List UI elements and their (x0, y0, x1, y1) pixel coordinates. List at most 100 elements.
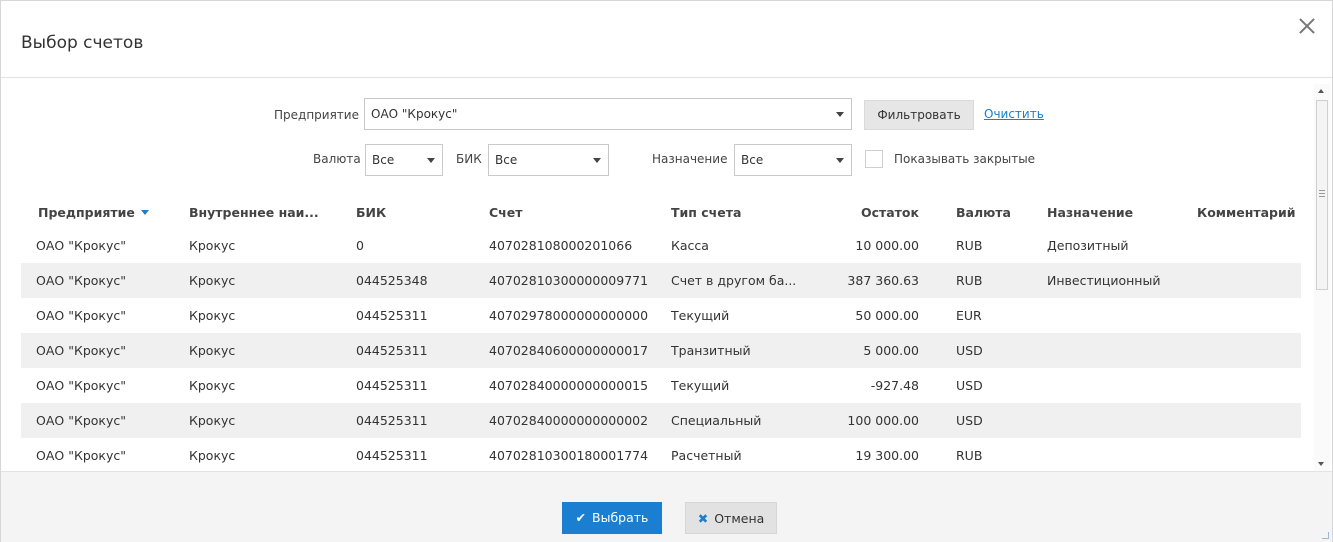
cell-balance: 100 000.00 (847, 413, 919, 428)
chevron-down-icon (427, 158, 435, 163)
purpose-select-value: Все (741, 153, 764, 167)
cell-purpose: Депозитный (1047, 238, 1129, 253)
cell-currency: RUB (956, 448, 983, 463)
bik-select[interactable]: Все (488, 144, 609, 176)
cell-internal-name: Крокус (189, 238, 236, 253)
cell-internal-name: Крокус (189, 413, 236, 428)
chevron-down-icon (836, 158, 844, 163)
grip-icon (1319, 190, 1325, 191)
cell-currency: USD (956, 378, 983, 393)
column-header-bik[interactable]: БИК (356, 205, 386, 220)
cell-currency: USD (956, 343, 983, 358)
cell-bik: 0 (356, 238, 364, 253)
account-selection-dialog: Выбор счетов Предприятие ОАО "Крокус" Фи… (0, 0, 1333, 542)
cell-enterprise: ОАО "Крокус" (36, 448, 126, 463)
enterprise-select[interactable]: ОАО "Крокус" (364, 98, 852, 130)
purpose-label: Назначение (652, 152, 728, 166)
cell-enterprise: ОАО "Крокус" (36, 378, 126, 393)
cell-bik: 044525311 (356, 378, 428, 393)
currency-label: Валюта (313, 152, 361, 166)
close-icon[interactable] (1296, 15, 1318, 37)
cell-account: 40702810300000009771 (489, 273, 649, 288)
chevron-down-icon (836, 112, 844, 117)
chevron-down-icon (593, 158, 601, 163)
table-row[interactable]: ОАО "Крокус" Крокус 044525311 4070284060… (21, 333, 1301, 368)
cell-balance: 5 000.00 (863, 343, 919, 358)
scroll-up-icon[interactable] (1318, 89, 1324, 93)
table-row[interactable]: ОАО "Крокус" Крокус 044525311 4070281030… (21, 438, 1301, 473)
cell-account-type: Текущий (671, 308, 730, 323)
cell-account: 40702840000000000015 (489, 378, 649, 393)
resize-handle-icon[interactable] (1322, 532, 1329, 539)
cancel-x-icon: ✖ (697, 511, 709, 526)
cell-bik: 044525311 (356, 308, 428, 323)
show-closed-checkbox[interactable] (865, 150, 883, 168)
currency-select-value: Все (372, 153, 395, 167)
cell-account: 40702810300180001774 (489, 448, 649, 463)
cell-account: 407028108000201066 (489, 238, 633, 253)
purpose-select[interactable]: Все (734, 144, 852, 176)
table-row[interactable]: ОАО "Крокус" Крокус 044525311 4070284000… (21, 403, 1301, 438)
cell-account-type: Расчетный (671, 448, 742, 463)
cell-account-type: Касса (671, 238, 709, 253)
vertical-scrollbar[interactable] (1314, 84, 1330, 471)
cell-bik: 044525311 (356, 343, 428, 358)
currency-select[interactable]: Все (365, 144, 443, 176)
clear-link[interactable]: Очистить (984, 107, 1044, 121)
cell-account: 40702978000000000000 (489, 308, 649, 323)
cell-currency: EUR (956, 308, 982, 323)
cell-internal-name: Крокус (189, 378, 236, 393)
column-header-internal-name[interactable]: Внутреннее наи... (189, 205, 319, 220)
column-header-account-type[interactable]: Тип счета (671, 205, 741, 220)
cell-account: 40702840600000000017 (489, 343, 649, 358)
cell-balance: 19 300.00 (855, 448, 919, 463)
filter-button[interactable]: Фильтровать (864, 100, 974, 130)
cell-internal-name: Крокус (189, 273, 236, 288)
column-header-comment[interactable]: Комментарий (1197, 205, 1296, 220)
cell-enterprise: ОАО "Крокус" (36, 308, 126, 323)
cell-enterprise: ОАО "Крокус" (36, 343, 126, 358)
show-closed-label: Показывать закрытые (894, 152, 1036, 166)
cell-currency: USD (956, 413, 983, 428)
column-header-purpose[interactable]: Назначение (1047, 205, 1133, 220)
dialog-header: Выбор счетов (1, 1, 1332, 78)
enterprise-select-value: ОАО "Крокус" (371, 107, 458, 121)
cell-currency: RUB (956, 273, 983, 288)
cell-account-type: Счет в другом ба... (671, 273, 797, 288)
cancel-button-label: Отмена (714, 511, 765, 526)
cell-balance: 10 000.00 (855, 238, 919, 253)
table-row[interactable]: ОАО "Крокус" Крокус 044525311 4070284000… (21, 368, 1301, 403)
bik-select-value: Все (495, 153, 518, 167)
cell-internal-name: Крокус (189, 308, 236, 323)
cell-bik: 044525311 (356, 448, 428, 463)
cell-purpose: Инвестиционный (1047, 273, 1161, 288)
scroll-down-icon[interactable] (1318, 462, 1324, 466)
cell-currency: RUB (956, 238, 983, 253)
cell-account-type: Текущий (671, 378, 730, 393)
cell-enterprise: ОАО "Крокус" (36, 238, 126, 253)
cell-balance: 387 360.63 (847, 273, 919, 288)
table-row[interactable]: ОАО "Крокус" Крокус 0 407028108000201066… (21, 228, 1301, 263)
cell-bik: 044525348 (356, 273, 428, 288)
column-header-enterprise[interactable]: Предприятие (38, 205, 149, 220)
enterprise-label: Предприятие (274, 108, 359, 122)
cell-account-type: Транзитный (671, 343, 751, 358)
select-button[interactable]: ✔ Выбрать (562, 502, 662, 534)
column-header-account[interactable]: Счет (489, 205, 522, 220)
cell-enterprise: ОАО "Крокус" (36, 413, 126, 428)
column-header-balance[interactable]: Остаток (801, 205, 919, 220)
dialog-footer: ✔ Выбрать ✖ Отмена (1, 471, 1332, 542)
table-row[interactable]: ОАО "Крокус" Крокус 044525348 4070281030… (21, 263, 1301, 298)
cell-bik: 044525311 (356, 413, 428, 428)
cell-internal-name: Крокус (189, 343, 236, 358)
scrollbar-thumb[interactable] (1316, 100, 1328, 290)
cell-enterprise: ОАО "Крокус" (36, 273, 126, 288)
select-button-label: Выбрать (592, 510, 649, 525)
column-header-currency[interactable]: Валюта (956, 205, 1011, 220)
table-row[interactable]: ОАО "Крокус" Крокус 044525311 4070297800… (21, 298, 1301, 333)
checkmark-icon: ✔ (575, 510, 587, 525)
cell-balance: 50 000.00 (855, 308, 919, 323)
cancel-button[interactable]: ✖ Отмена (685, 502, 777, 534)
cell-balance: -927.48 (870, 378, 919, 393)
cell-account-type: Специальный (671, 413, 762, 428)
